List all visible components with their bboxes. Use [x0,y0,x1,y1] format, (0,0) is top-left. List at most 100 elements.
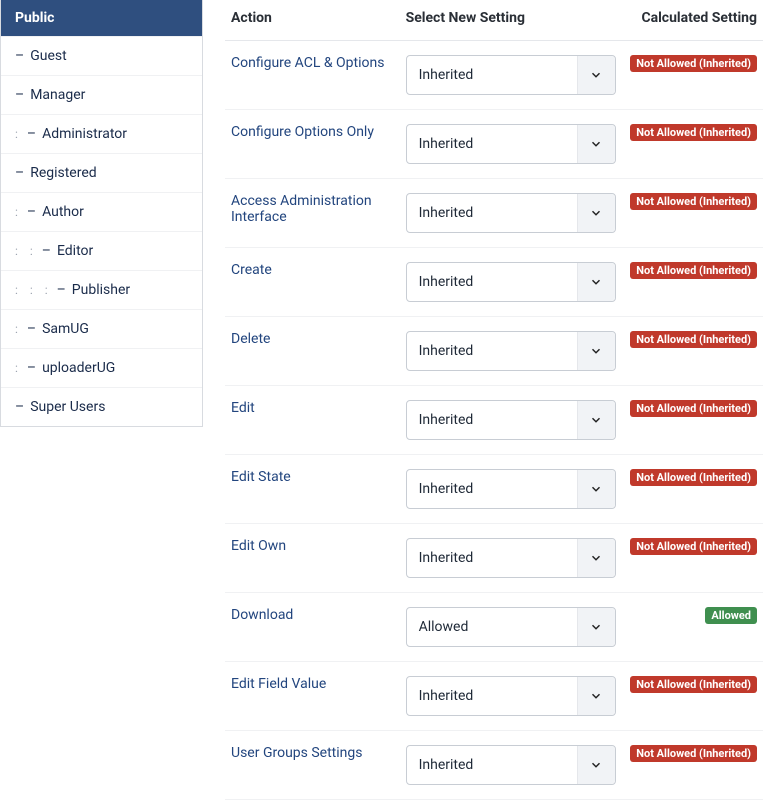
setting-select[interactable]: Inherited [406,400,616,440]
sidebar-item-label: Editor [57,243,93,259]
setting-select-value: Inherited [407,263,577,301]
table-row: Download Allowed Allowed [225,593,763,662]
calculated-badge: Not Allowed (Inherited) [630,55,757,72]
calculated-badge: Allowed [705,607,757,624]
chevron-down-icon [577,56,615,94]
calculated-badge: Not Allowed (Inherited) [630,193,757,210]
setting-select[interactable]: Inherited [406,469,616,509]
column-header-calculated: Calculated Setting [624,0,763,41]
chevron-down-icon [577,539,615,577]
calculated-badge: Not Allowed (Inherited) [630,745,757,762]
setting-select-value: Inherited [407,746,577,784]
sidebar-item-editor[interactable]: : : – Editor [1,231,202,270]
table-row: Edit State Inherited Not Allowed (Inheri… [225,455,763,524]
table-row: Configure ACL & Options Inherited Not Al… [225,41,763,110]
action-label: Edit [225,386,400,455]
chevron-down-icon [577,194,615,232]
action-label: Configure ACL & Options [225,41,400,110]
sidebar-item-guest[interactable]: – Guest [1,36,202,75]
sidebar-item-label: Super Users [30,399,105,415]
calculated-badge: Not Allowed (Inherited) [630,262,757,279]
action-label: Configure Options Only [225,110,400,179]
tree-dash: – [57,282,66,298]
sidebar-item-registered[interactable]: – Registered [1,153,202,192]
table-row: Configure Options Only Inherited Not All… [225,110,763,179]
tree-dash: – [27,360,36,376]
chevron-down-icon [577,677,615,715]
tree-dash: – [15,87,24,103]
setting-select[interactable]: Inherited [406,55,616,95]
sidebar-item-label: Author [42,204,84,220]
tree-indent: : [15,361,25,375]
chevron-down-icon [577,608,615,646]
sidebar-item-label: Manager [30,87,85,103]
sidebar-item-manager[interactable]: – Manager [1,75,202,114]
tree-dash: – [15,165,24,181]
tree-dash: – [27,126,36,142]
chevron-down-icon [577,332,615,370]
chevron-down-icon [577,125,615,163]
setting-select-value: Inherited [407,677,577,715]
sidebar-item-label: Guest [30,48,66,64]
setting-select[interactable]: Inherited [406,676,616,716]
action-label: Edit State [225,455,400,524]
setting-select[interactable]: Inherited [406,331,616,371]
action-label: Edit Own [225,524,400,593]
setting-select-value: Inherited [407,125,577,163]
setting-select[interactable]: Inherited [406,262,616,302]
sidebar-item-samug[interactable]: : – SamUG [1,309,202,348]
sidebar-item-super-users[interactable]: – Super Users [1,387,202,426]
action-label: Delete [225,317,400,386]
tree-indent: : [15,205,25,219]
table-row: User Groups Settings Inherited Not Allow… [225,731,763,800]
calculated-badge: Not Allowed (Inherited) [630,469,757,486]
action-label: Create [225,248,400,317]
sidebar-header-public[interactable]: Public [1,0,202,36]
calculated-badge: Not Allowed (Inherited) [630,331,757,348]
setting-select[interactable]: Inherited [406,538,616,578]
sidebar-item-label: SamUG [42,321,89,337]
calculated-badge: Not Allowed (Inherited) [630,400,757,417]
action-label: Edit Field Value [225,662,400,731]
sidebar-item-administrator[interactable]: : – Administrator [1,114,202,153]
sidebar-item-label: Administrator [42,126,127,142]
chevron-down-icon [577,470,615,508]
setting-select-value: Inherited [407,56,577,94]
tree-indent: : [15,322,25,336]
table-row: Create Inherited Not Allowed (Inherited) [225,248,763,317]
sidebar-item-publisher[interactable]: : : : – Publisher [1,270,202,309]
chevron-down-icon [577,746,615,784]
column-header-select: Select New Setting [400,0,625,41]
setting-select[interactable]: Inherited [406,193,616,233]
action-label: User Groups Settings [225,731,400,800]
setting-select-value: Inherited [407,194,577,232]
setting-select[interactable]: Allowed [406,607,616,647]
action-label: Download [225,593,400,662]
setting-select[interactable]: Inherited [406,124,616,164]
sidebar-item-uploaderug[interactable]: : – uploaderUG [1,348,202,387]
table-row: Edit Field Value Inherited Not Allowed (… [225,662,763,731]
calculated-badge: Not Allowed (Inherited) [630,124,757,141]
tree-indent: : : : [15,283,55,297]
sidebar-item-label: uploaderUG [42,360,115,376]
tree-dash: – [15,399,24,415]
sidebar-item-label: Publisher [72,282,130,298]
column-header-action: Action [225,0,400,41]
setting-select-value: Allowed [407,608,577,646]
setting-select-value: Inherited [407,539,577,577]
permissions-table: Action Select New Setting Calculated Set… [225,0,763,800]
sidebar-item-label: Registered [30,165,96,181]
setting-select[interactable]: Inherited [406,745,616,785]
table-row: Edit Own Inherited Not Allowed (Inherite… [225,524,763,593]
table-row: Edit Inherited Not Allowed (Inherited) [225,386,763,455]
calculated-badge: Not Allowed (Inherited) [630,538,757,555]
setting-select-value: Inherited [407,401,577,439]
tree-dash: – [27,321,36,337]
tree-indent: : : [15,244,40,258]
permissions-panel: Action Select New Setting Calculated Set… [203,0,763,800]
chevron-down-icon [577,263,615,301]
tree-indent: : [15,127,25,141]
setting-select-value: Inherited [407,470,577,508]
user-group-sidebar: Public – Guest – Manager : – Administrat… [0,0,203,427]
sidebar-item-author[interactable]: : – Author [1,192,202,231]
